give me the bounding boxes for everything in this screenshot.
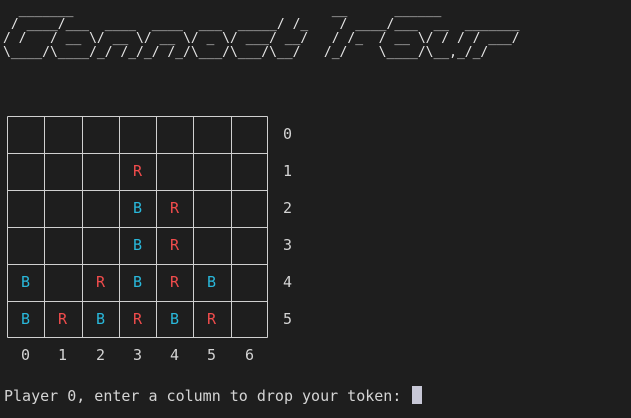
empty-cell — [231, 153, 268, 190]
empty-cell — [7, 116, 44, 153]
row-label: 3 — [283, 236, 293, 254]
empty-cell — [231, 190, 268, 227]
empty-cell — [119, 116, 156, 153]
empty-cell — [231, 264, 268, 301]
empty-cell — [193, 190, 230, 227]
red-token: R — [169, 236, 180, 254]
row-label: 2 — [283, 199, 293, 217]
row-label: 5 — [283, 310, 293, 328]
column-label: 2 — [95, 346, 106, 364]
empty-cell — [156, 153, 193, 190]
connect-four-ascii-banner: _______ __ ______ / ____/___ ____ ____ _… — [3, 3, 520, 60]
empty-cell — [44, 264, 81, 301]
terminal-window: _______ __ ______ / ____/___ ____ ____ _… — [0, 0, 631, 418]
red-token: R — [95, 273, 106, 291]
red-token: R — [132, 310, 143, 328]
empty-cell — [231, 116, 268, 153]
empty-cell — [193, 227, 230, 264]
empty-cell — [7, 227, 44, 264]
blue-token: B — [132, 273, 143, 291]
empty-cell — [7, 190, 44, 227]
empty-cell — [193, 116, 230, 153]
empty-cell — [82, 116, 119, 153]
empty-cell — [44, 116, 81, 153]
empty-cell — [82, 227, 119, 264]
empty-cell — [231, 301, 268, 338]
blue-token: B — [206, 273, 217, 291]
row-label: 1 — [283, 162, 293, 180]
blue-token: B — [20, 310, 31, 328]
red-token: R — [169, 273, 180, 291]
row-label: 4 — [283, 273, 293, 291]
blue-token: B — [95, 310, 106, 328]
column-label: 1 — [57, 346, 68, 364]
empty-cell — [44, 153, 81, 190]
row-label: 0 — [283, 125, 293, 143]
blue-token: B — [132, 236, 143, 254]
blue-token: B — [132, 199, 143, 217]
terminal-cursor[interactable] — [412, 386, 423, 404]
empty-cell — [44, 190, 81, 227]
column-label: 6 — [244, 346, 255, 364]
empty-cell — [193, 153, 230, 190]
red-token: R — [132, 162, 143, 180]
column-label: 4 — [169, 346, 180, 364]
red-token: R — [169, 199, 180, 217]
blue-token: B — [20, 273, 31, 291]
game-board: R B R B R B R B R B B R B R B R — [7, 116, 268, 338]
prompt-text: Player 0, enter a column to drop your to… — [4, 387, 402, 405]
red-token: R — [57, 310, 68, 328]
empty-cell — [44, 227, 81, 264]
empty-cell — [82, 190, 119, 227]
column-label: 5 — [206, 346, 217, 364]
empty-cell — [7, 153, 44, 190]
empty-cell — [156, 116, 193, 153]
empty-cell — [231, 227, 268, 264]
column-label: 0 — [20, 346, 31, 364]
red-token: R — [206, 310, 217, 328]
blue-token: B — [169, 310, 180, 328]
column-label: 3 — [132, 346, 143, 364]
input-prompt-line[interactable]: Player 0, enter a column to drop your to… — [4, 385, 423, 407]
empty-cell — [82, 153, 119, 190]
